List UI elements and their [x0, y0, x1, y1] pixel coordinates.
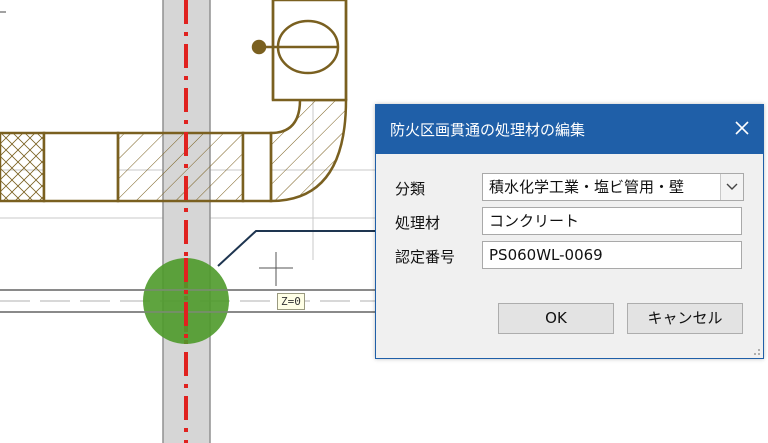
- material-value: コンクリート: [489, 212, 580, 230]
- dropdown-arrow[interactable]: [720, 174, 743, 200]
- cert-number-value: PS060WL-0069: [489, 246, 603, 264]
- cancel-button[interactable]: キャンセル: [627, 303, 743, 334]
- crosshair-cursor-icon: [259, 252, 293, 286]
- resize-grip-icon[interactable]: [751, 346, 761, 356]
- z-coordinate-tag: Z=0: [277, 293, 305, 310]
- category-select[interactable]: 積水化学工業・塩ビ管用・壁: [482, 173, 744, 201]
- category-label: 分類: [395, 180, 426, 198]
- cert-number-input[interactable]: PS060WL-0069: [482, 241, 742, 269]
- edit-fire-penetration-dialog[interactable]: 防火区画貫通の処理材の編集 分類 積水化学工業・塩ビ管用・壁 処理材 コンクリー…: [375, 104, 764, 359]
- cert-number-label: 認定番号: [395, 248, 456, 266]
- ok-button[interactable]: OK: [498, 303, 614, 334]
- leader-line: [217, 230, 376, 267]
- chevron-down-icon: [726, 183, 738, 190]
- category-value: 積水化学工業・塩ビ管用・壁: [489, 178, 685, 196]
- dialog-title: 防火区画貫通の処理材の編集: [390, 121, 586, 139]
- close-icon: [735, 121, 749, 135]
- dialog-titlebar[interactable]: 防火区画貫通の処理材の編集: [376, 105, 763, 154]
- material-input[interactable]: コンクリート: [482, 207, 742, 235]
- material-label: 処理材: [395, 214, 441, 232]
- close-button[interactable]: [727, 113, 757, 143]
